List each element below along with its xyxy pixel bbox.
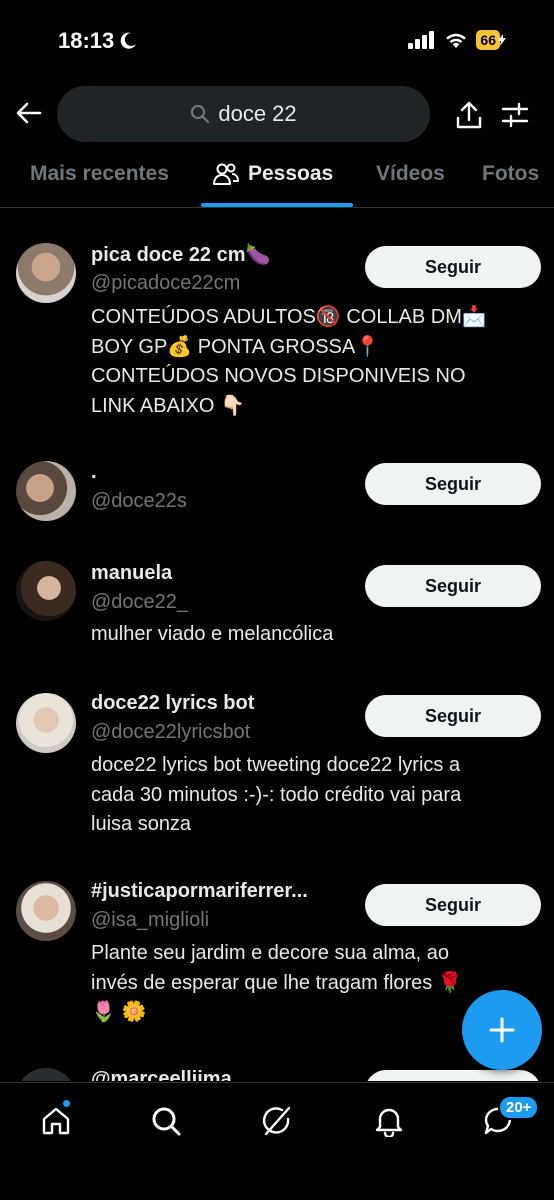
battery-level: 66 xyxy=(476,30,500,50)
filter-button[interactable] xyxy=(498,98,532,132)
nav-notifications[interactable] xyxy=(369,1101,409,1141)
status-time: 18:13 xyxy=(58,28,115,53)
follow-button[interactable]: Seguir xyxy=(365,695,541,737)
avatar[interactable] xyxy=(16,881,76,941)
compose-post-button[interactable] xyxy=(462,990,542,1070)
status-indicators: 66 xyxy=(408,30,506,50)
tab-mais-recentes[interactable]: Mais recentes xyxy=(30,162,169,186)
filter-sliders-icon xyxy=(501,102,529,128)
bio-line: doce22 lyrics bot tweeting doce22 lyrics… xyxy=(91,754,461,776)
user-handle[interactable]: @doce22lyricsbot xyxy=(91,721,250,744)
tab-videos[interactable]: Vídeos xyxy=(376,162,445,186)
back-button[interactable] xyxy=(12,96,46,130)
search-icon xyxy=(152,1107,181,1136)
follow-button[interactable]: Seguir xyxy=(365,246,541,288)
tab-pessoas[interactable]: Pessoas xyxy=(212,162,333,186)
bio-line: BOY GP💰 PONTA GROSSA📍 xyxy=(91,335,381,358)
search-icon xyxy=(191,104,210,124)
search-header: doce 22 xyxy=(0,86,554,144)
people-results-list: pica doce 22 cm🍆 @picadoce22cm CONTEÚDOS… xyxy=(0,208,554,1081)
moon-icon xyxy=(121,32,137,49)
charging-bolt-icon xyxy=(498,34,506,46)
user-handle[interactable]: @isa_miglioli xyxy=(91,909,209,932)
follow-button[interactable]: Seguir xyxy=(365,463,541,505)
search-input[interactable]: doce 22 xyxy=(57,86,430,142)
user-display-name[interactable]: . xyxy=(91,461,97,484)
bio-line: mulher viado e melancólica xyxy=(91,623,334,645)
active-tab-indicator xyxy=(201,203,353,207)
status-bar: 18:13 66 xyxy=(0,0,554,80)
nav-home[interactable] xyxy=(36,1099,76,1141)
bio-line: luisa sonza xyxy=(91,813,192,835)
user-bio: doce22 lyrics bot tweeting doce22 lyrics… xyxy=(91,751,531,840)
user-display-name[interactable]: #justicapormariferrer... xyxy=(91,880,308,903)
bio-line: Plante seu jardim e decore sua alma, ao xyxy=(91,942,449,964)
avatar[interactable] xyxy=(16,243,76,303)
wifi-icon xyxy=(446,33,467,48)
bio-line: cada 30 minutos :-)-: todo crédito vai p… xyxy=(91,783,462,806)
user-display-name[interactable]: manuela xyxy=(91,562,172,585)
battery-indicator: 66 xyxy=(476,30,506,50)
user-display-name[interactable]: pica doce 22 cm🍆 xyxy=(91,242,270,267)
arrow-left-icon xyxy=(16,102,42,124)
search-tabs: Mais recentes Pessoas Vídeos Fotos xyxy=(0,150,554,208)
nav-grok[interactable] xyxy=(257,1101,297,1141)
people-icon xyxy=(213,163,239,185)
user-display-name[interactable]: doce22 lyrics bot xyxy=(91,692,254,715)
share-icon xyxy=(456,101,482,129)
grok-icon xyxy=(262,1106,291,1136)
home-notification-dot xyxy=(62,1099,71,1108)
follow-button[interactable]: Seguir xyxy=(365,565,541,607)
avatar[interactable] xyxy=(16,693,76,753)
avatar[interactable] xyxy=(16,1068,76,1081)
bio-line: invés de esperar que lhe tragam flores 🌹 xyxy=(91,971,463,994)
tab-fotos[interactable]: Fotos xyxy=(482,162,539,186)
user-handle[interactable]: @picadoce22cm xyxy=(91,272,240,295)
user-handle[interactable]: @doce22_ xyxy=(91,591,188,614)
tab-pessoas-label: Pessoas xyxy=(248,162,334,185)
bio-line: LINK ABAIXO 👇🏻 xyxy=(91,394,245,417)
status-time-group: 18:13 xyxy=(58,28,138,54)
user-bio: CONTEÚDOS ADULTOS🔞 COLLAB DM📩 BOY GP💰 PO… xyxy=(91,303,531,421)
bell-icon xyxy=(375,1108,403,1137)
follow-button[interactable] xyxy=(365,1070,541,1081)
home-icon xyxy=(42,1107,70,1135)
user-display-name[interactable]: @marceelliima xyxy=(91,1068,232,1081)
avatar[interactable] xyxy=(16,561,76,621)
plus-icon xyxy=(489,1017,515,1043)
bottom-navigation: 20+ xyxy=(0,1082,554,1200)
cellular-signal-icon xyxy=(408,31,435,49)
bio-line: CONTEÚDOS NOVOS DISPONIVEIS NO xyxy=(91,365,466,387)
avatar[interactable] xyxy=(16,461,76,521)
share-button[interactable] xyxy=(452,98,486,132)
bio-line: CONTEÚDOS ADULTOS🔞 COLLAB DM📩 xyxy=(91,306,487,328)
search-query[interactable]: doce 22 xyxy=(218,101,296,127)
user-bio: mulher viado e melancólica xyxy=(91,620,531,650)
follow-button[interactable]: Seguir xyxy=(365,884,541,926)
messages-badge: 20+ xyxy=(498,1095,540,1120)
nav-search[interactable] xyxy=(146,1101,186,1141)
user-handle[interactable]: @doce22s xyxy=(91,490,187,513)
